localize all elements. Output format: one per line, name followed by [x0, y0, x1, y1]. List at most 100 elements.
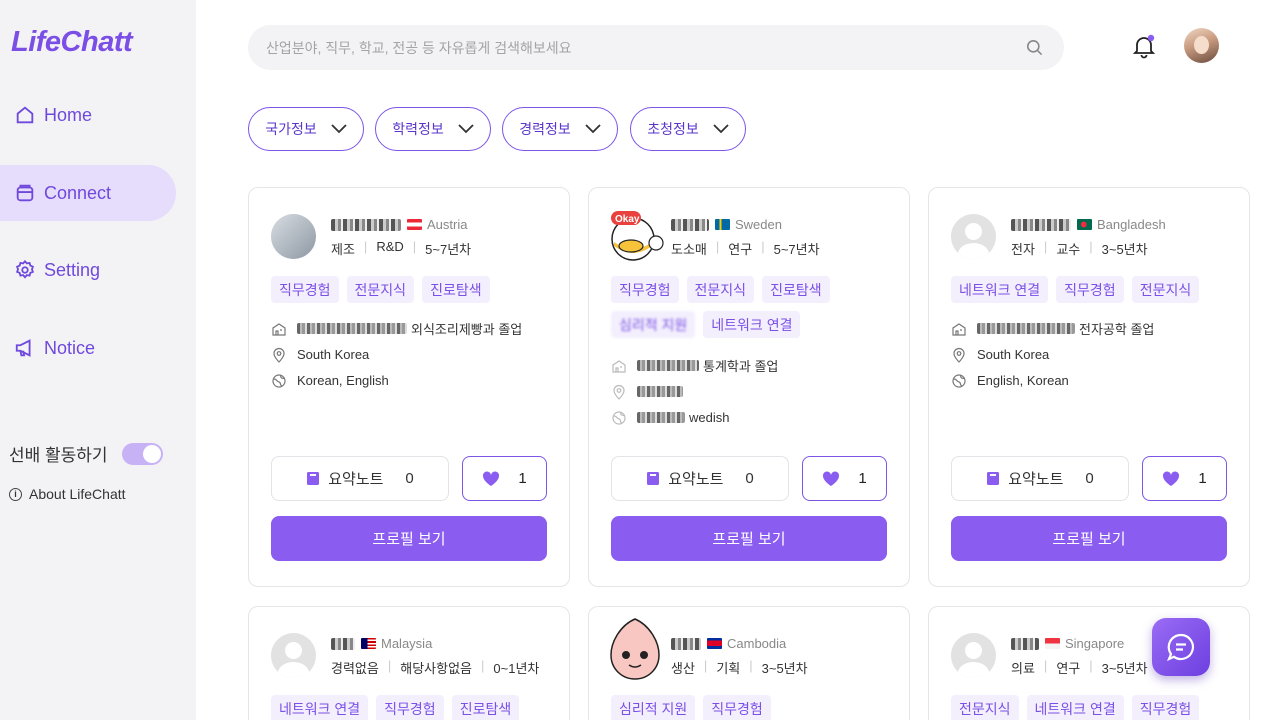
tag: 진로탐색: [451, 695, 520, 720]
location-pin-icon: [953, 347, 965, 363]
sidebar-item-home[interactable]: Home: [0, 87, 176, 143]
blurred-name: [671, 218, 709, 231]
blurred-name: [331, 218, 401, 231]
info-list: 통계학과 졸업 wedish: [611, 357, 778, 426]
filter-education[interactable]: 학력정보: [375, 107, 491, 151]
country-label: Sweden: [735, 217, 782, 232]
user-avatar[interactable]: [1184, 28, 1219, 63]
blurred-name: [331, 637, 355, 650]
note-label: 요약노트: [328, 471, 384, 488]
like-count: 1: [1198, 470, 1207, 487]
flag-icon: [1077, 219, 1092, 230]
card-meta: 의료 | 연구 | 3~5년차: [1011, 658, 1148, 676]
profile-picture: [271, 214, 316, 259]
sidebar-item-label: Setting: [44, 259, 101, 280]
summary-note-button[interactable]: 요약노트 0: [951, 456, 1129, 501]
profile-picture: [271, 633, 316, 678]
sidebar-item-notice[interactable]: Notice: [0, 320, 176, 376]
book-icon: [647, 472, 660, 485]
like-button[interactable]: 1: [1142, 456, 1227, 501]
name-row: Austria: [331, 217, 467, 232]
mentor-card: Okay Sweden 도소매 | 연구 | 5~7년차 직무경험 전문지식 진로탐…: [588, 187, 910, 587]
mentor-toggle[interactable]: [121, 442, 163, 465]
like-button[interactable]: 1: [462, 456, 547, 501]
mentor-card: Cambodia 생산 | 기획 | 3~5년차 심리적 지원 직무경험: [588, 606, 910, 720]
experience: 3~5년차: [1101, 242, 1148, 257]
blurred-school: [637, 360, 699, 371]
blurred-languages: [637, 412, 685, 423]
profile-picture: [951, 633, 996, 678]
summary-note-button[interactable]: 요약노트 0: [271, 456, 449, 501]
country-label: Malaysia: [381, 636, 433, 651]
languages-label: English, Korean: [977, 373, 1069, 388]
mentor-toggle-row: 선배 활동하기: [9, 441, 163, 466]
info-languages: Korean, English: [271, 372, 522, 389]
sidebar-item-label: Connect: [44, 182, 112, 203]
svg-text:Okay: Okay: [615, 214, 640, 225]
job: 연구: [1056, 661, 1081, 676]
industry: 생산: [671, 661, 695, 676]
tag: 네트워크 연결: [703, 311, 801, 338]
country-label: Cambodia: [727, 636, 787, 651]
book-icon: [987, 472, 1000, 485]
view-profile-button[interactable]: 프로필 보기: [951, 516, 1227, 561]
megaphone-icon: [15, 339, 31, 357]
sidebar-item-connect[interactable]: Connect: [0, 165, 176, 221]
note-label: 요약노트: [668, 471, 724, 488]
profile-picture: [607, 617, 663, 683]
blurred-name: [671, 637, 701, 650]
industry: 의료: [1011, 661, 1035, 676]
blurred-name: [1011, 637, 1039, 650]
card-meta: 전자 | 교수 | 3~5년차: [1011, 239, 1148, 257]
app-logo[interactable]: LifeChatt: [11, 26, 133, 59]
building-icon: [272, 322, 286, 336]
note-count: 0: [1085, 470, 1094, 487]
location-label: South Korea: [297, 347, 370, 362]
school-label: 전자공학 졸업: [1079, 322, 1155, 337]
blurred-school: [977, 323, 1075, 334]
card-meta: 도소매 | 연구 | 5~7년차: [671, 239, 820, 257]
character-avatar-icon: Okay: [611, 211, 664, 261]
search-icon[interactable]: [1025, 38, 1044, 57]
blurred-location: [637, 386, 683, 397]
gear-icon: [15, 259, 35, 279]
tag: 진로탐색: [422, 276, 490, 303]
job: R&D: [376, 239, 404, 254]
filter-country[interactable]: 국가정보: [248, 107, 364, 151]
search-input[interactable]: [266, 39, 1006, 56]
sidebar: LifeChatt Home Connect Setting Notice 선배…: [0, 0, 196, 720]
like-button[interactable]: 1: [802, 456, 887, 501]
flag-icon: [1045, 638, 1060, 649]
sidebar-item-label: Home: [44, 104, 93, 125]
like-count: 1: [858, 470, 867, 487]
tag-list: 네트워크 연결 직무경험 진로탐색: [271, 695, 561, 720]
info-school: 외식조리제빵과 졸업: [271, 320, 522, 337]
note-count: 0: [745, 470, 754, 487]
filter-label: 국가정보: [265, 121, 317, 137]
chat-fab-button[interactable]: [1152, 618, 1210, 676]
location-pin-icon: [273, 347, 285, 363]
filter-invitation[interactable]: 초청정보: [630, 107, 746, 151]
mentor-toggle-label: 선배 활동하기: [9, 446, 108, 465]
filter-career[interactable]: 경력정보: [502, 107, 618, 151]
tag: 직무경험: [1131, 695, 1200, 720]
view-profile-button[interactable]: 프로필 보기: [271, 516, 547, 561]
view-profile-button[interactable]: 프로필 보기: [611, 516, 887, 561]
filter-label: 초청정보: [647, 121, 699, 137]
chat-bubble-icon: [1166, 633, 1194, 662]
about-link[interactable]: i About LifeChatt: [9, 486, 126, 502]
home-icon: [16, 106, 34, 124]
tag: 심리적 지원: [611, 695, 696, 720]
job: 연구: [728, 242, 753, 257]
info-languages: English, Korean: [951, 372, 1154, 389]
heart-icon: [1163, 470, 1180, 486]
tag: 직무경험: [1056, 276, 1124, 303]
experience: 3~5년차: [1101, 661, 1148, 676]
tag: 직무경험: [271, 276, 339, 303]
job: 해당사항없음: [400, 661, 472, 676]
bell-icon[interactable]: [1131, 33, 1157, 59]
tag: 네트워크 연결: [951, 276, 1049, 303]
sidebar-item-setting[interactable]: Setting: [0, 242, 176, 298]
summary-note-button[interactable]: 요약노트 0: [611, 456, 789, 501]
heart-icon: [483, 470, 500, 486]
